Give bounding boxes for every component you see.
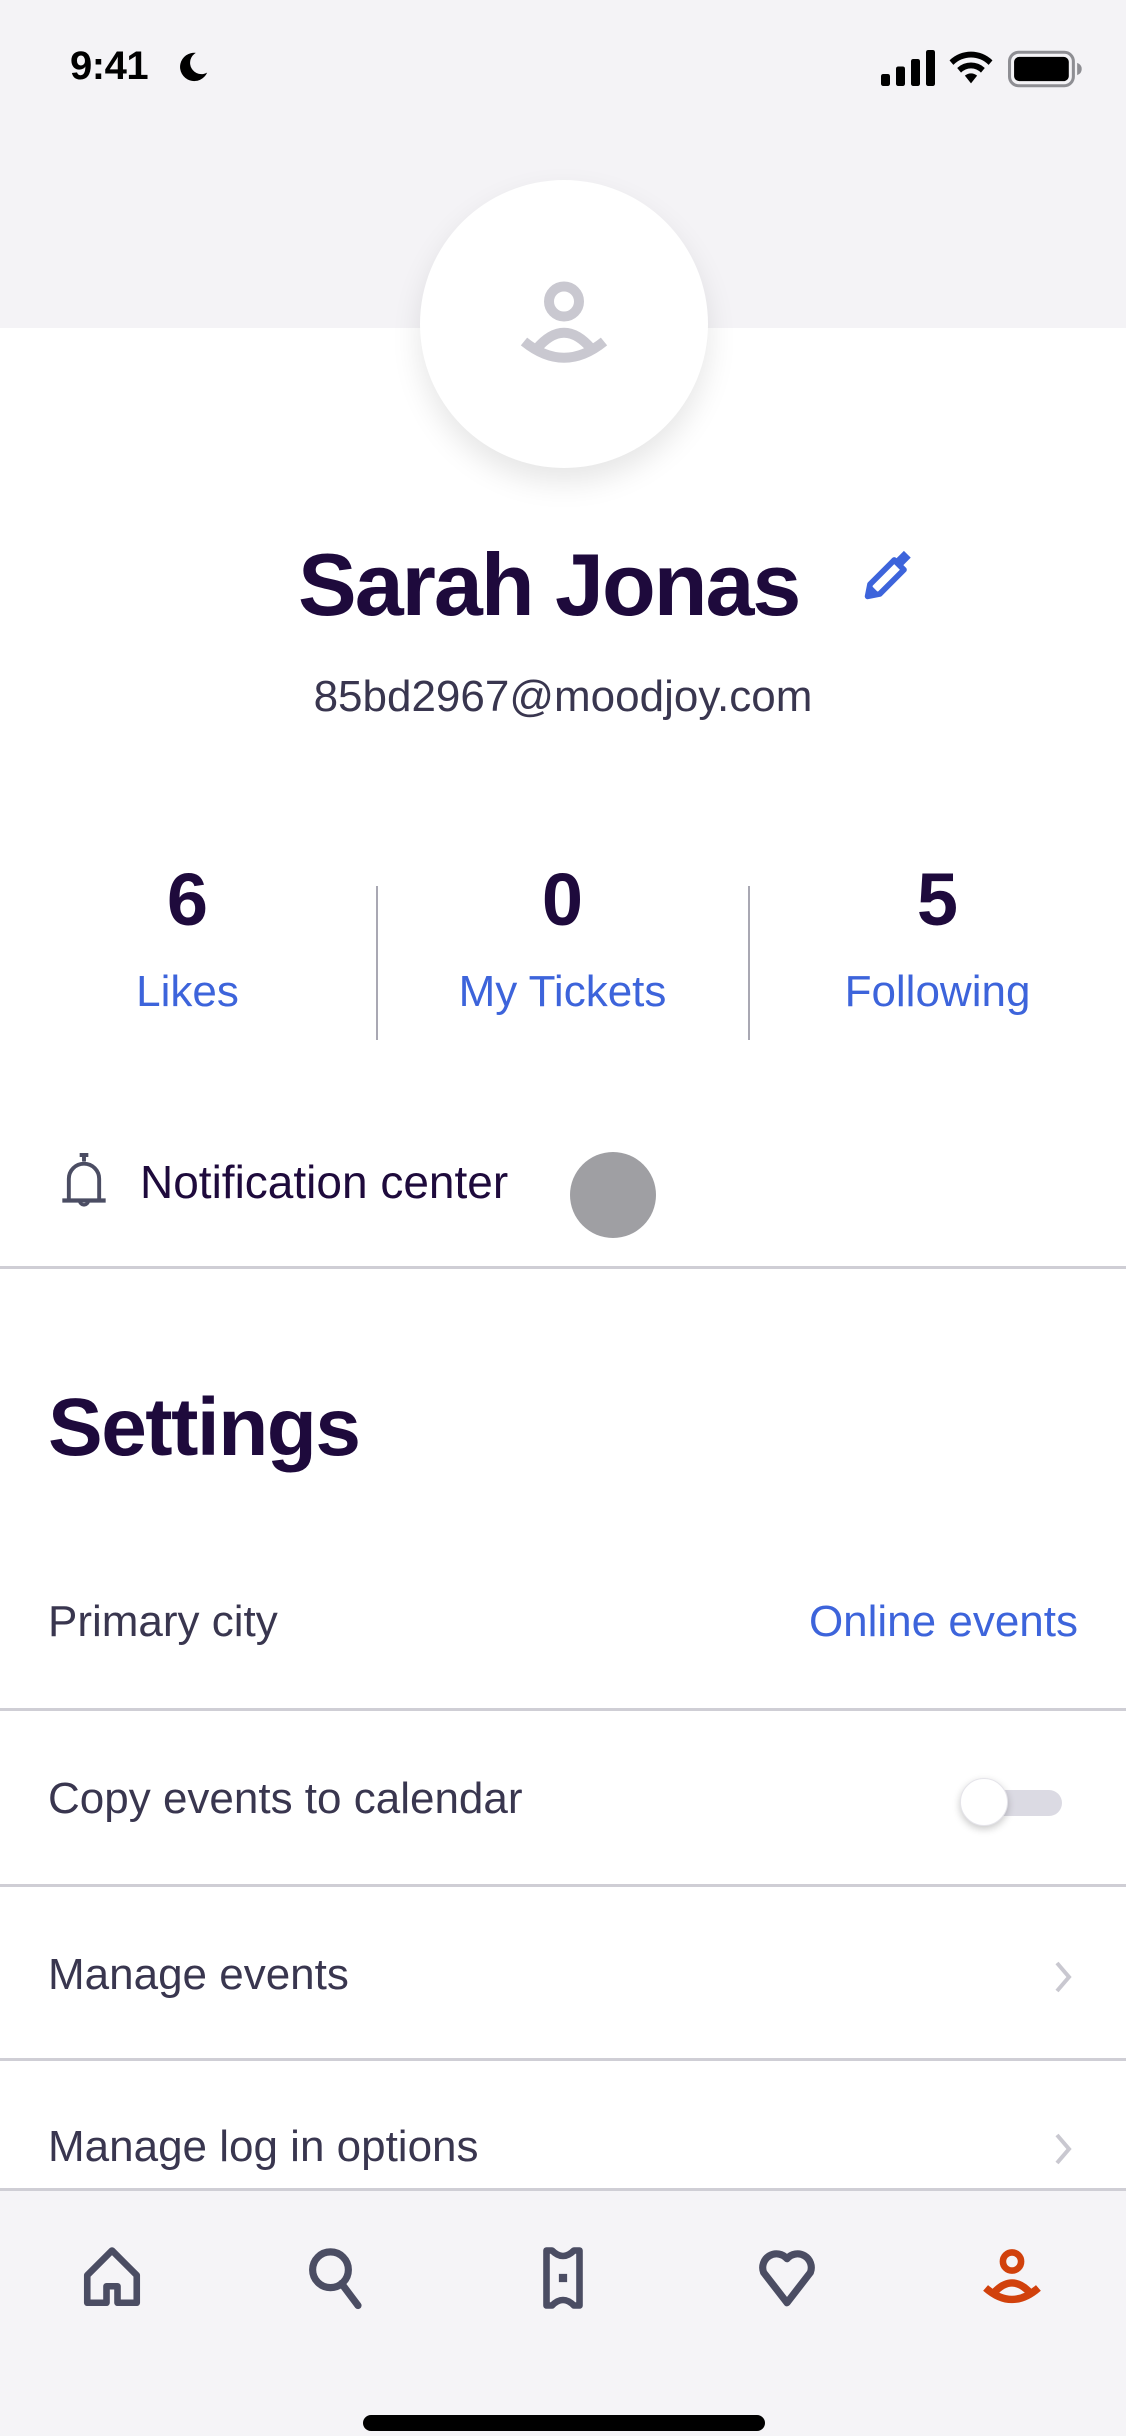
- stat-value: 5: [916, 858, 959, 941]
- stat-my-tickets[interactable]: 0 My Tickets: [375, 850, 750, 1022]
- stat-following[interactable]: 5 Following: [750, 850, 1125, 1022]
- primary-city-value[interactable]: Online events: [809, 1592, 1078, 1652]
- setting-label: Primary city: [48, 1597, 278, 1646]
- heart-icon: [759, 2250, 815, 2307]
- tab-bar: [0, 2188, 1126, 2436]
- copy-events-toggle[interactable]: [960, 1778, 1062, 1826]
- tab-profile[interactable]: [967, 2233, 1057, 2323]
- setting-label: Manage events: [48, 1950, 349, 1999]
- setting-primary-city[interactable]: Primary city Online events: [0, 1534, 1126, 1710]
- wifi-icon: [949, 51, 993, 84]
- moon-icon: [180, 52, 208, 82]
- status-time: 9:41: [70, 44, 149, 88]
- stat-value: 0: [541, 858, 584, 941]
- tab-home[interactable]: [67, 2233, 157, 2323]
- bell-icon: [62, 1153, 106, 1207]
- chevron-right-icon: [1055, 1961, 1072, 1993]
- home-indicator[interactable]: [363, 2415, 765, 2431]
- profile-stats: 6 Likes 0 My Tickets 5 Following: [0, 850, 1126, 1050]
- stat-value: 6: [166, 858, 209, 941]
- tab-likes[interactable]: [742, 2233, 832, 2323]
- setting-manage-events[interactable]: Manage events: [0, 1887, 1126, 2063]
- cellular-signal-icon: [881, 50, 935, 86]
- toggle-knob: [960, 1778, 1008, 1826]
- ticket-icon: [543, 2247, 583, 2309]
- tab-tickets[interactable]: [518, 2233, 608, 2323]
- profile-email: 85bd2967@moodjoy.com: [313, 672, 813, 721]
- chevron-right-icon: [1055, 2133, 1072, 2165]
- notification-indicator: [570, 1152, 656, 1238]
- profile-name: Sarah Jonas: [298, 535, 801, 634]
- tab-search[interactable]: [291, 2233, 381, 2323]
- setting-label: Manage log in options: [48, 2122, 479, 2171]
- user-placeholder-icon: [520, 281, 608, 363]
- status-bar: 9:41: [0, 0, 1126, 140]
- profile-icon: [983, 2249, 1041, 2304]
- search-icon: [309, 2248, 362, 2310]
- battery-icon: [1008, 50, 1082, 88]
- notification-center-label: Notification center: [140, 1156, 509, 1208]
- setting-copy-events-to-calendar: Copy events to calendar: [0, 1711, 1126, 1887]
- settings-title: Settings: [48, 1382, 361, 1473]
- divider: [0, 1266, 1126, 1269]
- stat-label[interactable]: Following: [750, 962, 1125, 1022]
- profile-name-row: Sarah Jonas: [0, 530, 1126, 640]
- stat-likes[interactable]: 6 Likes: [0, 850, 375, 1022]
- pencil-icon[interactable]: [858, 548, 916, 606]
- avatar[interactable]: [420, 180, 708, 468]
- setting-label: Copy events to calendar: [48, 1774, 523, 1823]
- home-icon: [83, 2247, 141, 2307]
- stat-label[interactable]: Likes: [0, 962, 375, 1022]
- stat-label[interactable]: My Tickets: [375, 962, 750, 1022]
